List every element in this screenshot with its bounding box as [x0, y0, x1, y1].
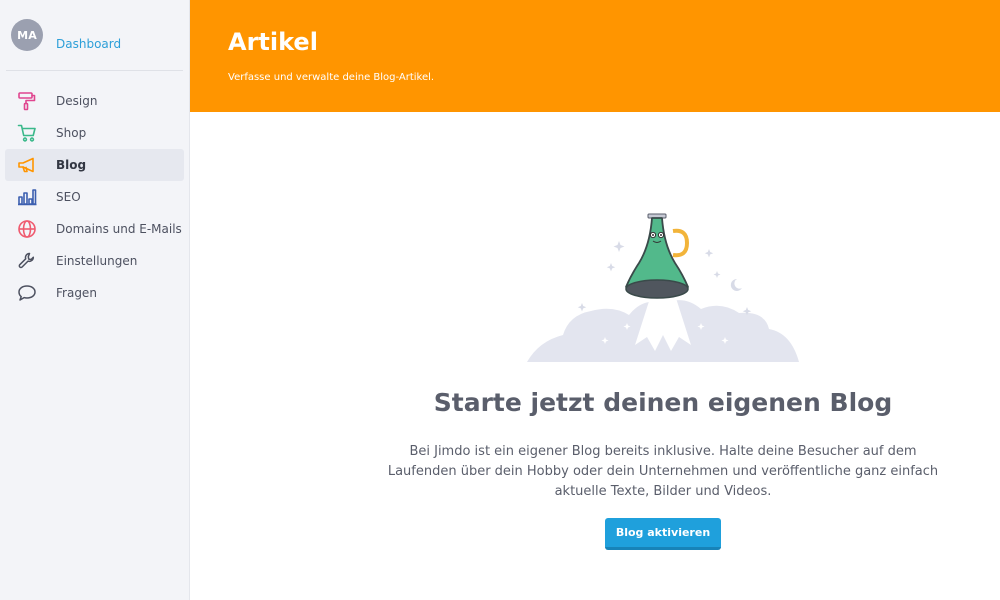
sidebar-item-label: Domains und E-Mails — [56, 222, 182, 236]
sidebar-item-label: Blog — [56, 158, 87, 172]
sidebar-item-label: Einstellungen — [56, 254, 138, 268]
sidebar-item-label: SEO — [56, 190, 81, 204]
page-subtitle: Verfasse und verwalte deine Blog-Artikel… — [228, 72, 435, 83]
globe-icon — [17, 219, 37, 239]
empty-state-description: Bei Jimdo ist ein eigener Blog bereits i… — [387, 444, 939, 499]
page-header: Artikel Verfasse und verwalte deine Blog… — [190, 0, 1000, 112]
divider — [6, 70, 183, 71]
sidebar-item-label: Fragen — [56, 286, 97, 300]
sidebar-item-settings[interactable]: Einstellungen — [5, 245, 184, 277]
account-area: MA Dashboard — [0, 0, 189, 71]
sidebar-item-help[interactable]: Fragen — [5, 277, 184, 309]
speech-bubble-icon — [17, 283, 37, 303]
dashboard-link[interactable]: Dashboard — [56, 37, 121, 51]
megaphone-icon — [17, 155, 37, 175]
avatar[interactable]: MA — [11, 19, 43, 51]
sidebar-item-domains[interactable]: Domains und E-Mails — [5, 213, 184, 245]
wrench-icon — [17, 251, 37, 271]
sidebar: MA Dashboard Design Shop Blog SEO Domain… — [0, 0, 190, 600]
activate-blog-button[interactable]: Blog aktivieren — [605, 518, 721, 550]
blog-illustration — [525, 205, 801, 365]
bar-chart-icon — [17, 187, 37, 207]
sidebar-item-label: Design — [56, 94, 98, 108]
sidebar-item-shop[interactable]: Shop — [5, 117, 184, 149]
sidebar-item-design[interactable]: Design — [5, 85, 184, 117]
sidebar-item-label: Shop — [56, 126, 87, 140]
sidebar-nav: Design Shop Blog SEO Domains und E-Mails… — [0, 85, 190, 309]
sidebar-item-seo[interactable]: SEO — [5, 181, 184, 213]
paint-roller-icon — [17, 91, 37, 111]
empty-state-title: Starte jetzt deinen eigenen Blog — [433, 388, 893, 417]
sidebar-item-blog[interactable]: Blog — [5, 149, 184, 181]
page-title: Artikel — [228, 28, 318, 56]
shopping-cart-icon — [17, 123, 37, 143]
